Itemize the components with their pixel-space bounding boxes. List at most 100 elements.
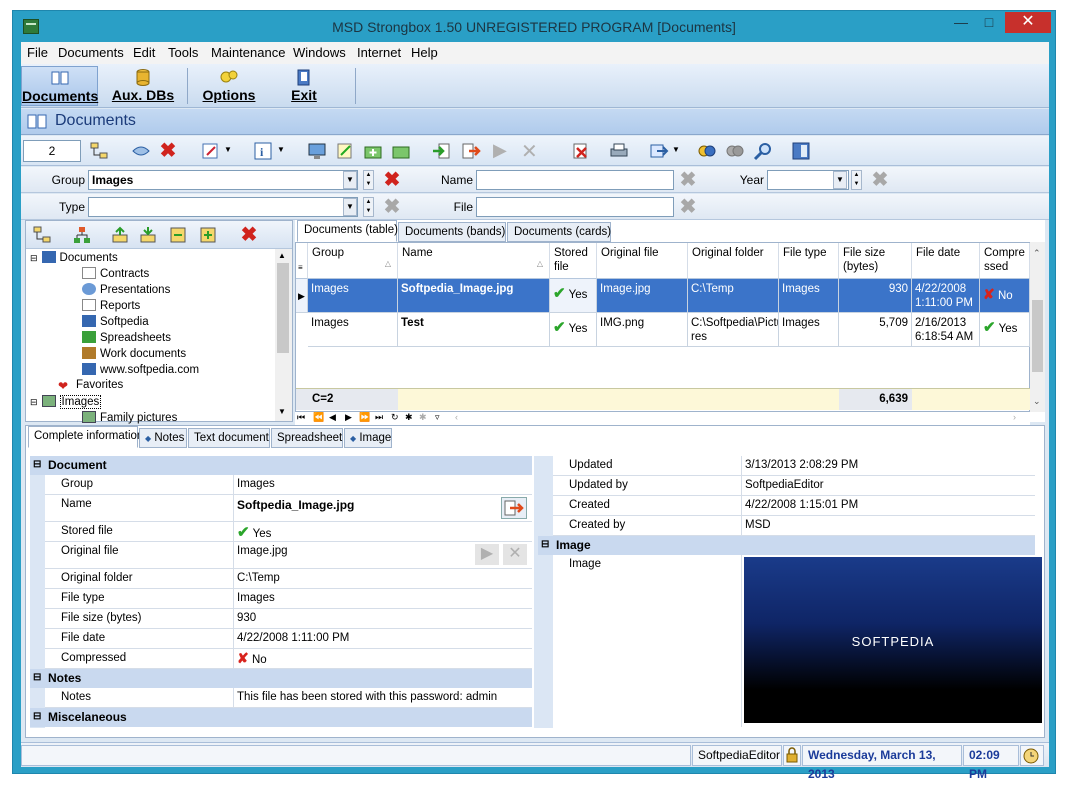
- tab-documents-bands[interactable]: Documents (bands): [398, 222, 506, 242]
- clear-name-icon[interactable]: ✖: [677, 169, 699, 191]
- cell-file-date[interactable]: 2/16/2013 6:18:54 AM: [912, 313, 980, 347]
- asterisk-icon[interactable]: ✱: [405, 412, 413, 423]
- category-document[interactable]: ⊟ Document: [30, 456, 532, 475]
- tree-scrollbar[interactable]: ▲ ▼: [275, 249, 292, 421]
- tree-item-presentations[interactable]: Presentations: [82, 283, 170, 299]
- chevron-down-icon[interactable]: ▼: [343, 198, 357, 216]
- delete-category-icon[interactable]: ✖: [238, 224, 260, 246]
- tab-notes[interactable]: ◆ Notes: [139, 428, 187, 448]
- cell-original-folder[interactable]: C:\Softpedia\Pictu res: [688, 313, 779, 347]
- scroll-down-icon[interactable]: ⌄: [1033, 396, 1041, 407]
- tree-item-favorites[interactable]: ❤ Favorites: [58, 379, 123, 395]
- menu-windows[interactable]: Windows: [293, 45, 346, 60]
- type-combo[interactable]: [88, 197, 358, 217]
- prev-record-icon[interactable]: ◀: [329, 412, 336, 423]
- prop-row-compressed[interactable]: Compressed ✘ No: [45, 649, 532, 669]
- cell-file-type[interactable]: Images: [779, 313, 839, 347]
- tree-item-contracts[interactable]: Contracts: [82, 267, 149, 283]
- filter-icon[interactable]: ▿: [435, 412, 440, 423]
- tab-spreadsheet[interactable]: Spreadsheet: [271, 428, 343, 448]
- chevron-down-icon[interactable]: ▼: [672, 145, 680, 154]
- send-icon[interactable]: [649, 141, 669, 161]
- tab-complete-information[interactable]: Complete information: [28, 426, 143, 448]
- col-header-original-folder[interactable]: Original folder: [688, 243, 779, 279]
- search-icon[interactable]: [753, 141, 773, 161]
- tab-documents-cards[interactable]: Documents (cards): [507, 222, 611, 242]
- cell-file-size[interactable]: 930: [839, 279, 912, 313]
- cell-file-size[interactable]: 5,709: [839, 313, 912, 347]
- category-notes[interactable]: ⊟ Notes: [30, 669, 532, 688]
- menu-maintenance[interactable]: Maintenance: [211, 45, 285, 60]
- scroll-left-icon[interactable]: ‹: [455, 412, 458, 422]
- prop-row-file-type[interactable]: File type Images: [45, 589, 532, 609]
- prop-row-created-by[interactable]: Created by MSD: [553, 516, 1035, 536]
- scroll-up-icon[interactable]: ▲: [278, 251, 286, 260]
- prop-row-original-folder[interactable]: Original folder C:\Temp: [45, 569, 532, 589]
- cell-group[interactable]: Images: [308, 313, 398, 347]
- edit-icon[interactable]: [201, 141, 221, 161]
- cancel-icon[interactable]: ✕: [503, 544, 527, 565]
- column-chooser-icon[interactable]: ≡: [296, 243, 308, 279]
- delete-file-icon[interactable]: [571, 141, 591, 161]
- prop-row-updated-by[interactable]: Updated by SoftpediaEditor: [553, 476, 1035, 496]
- close-panel-icon[interactable]: [791, 141, 811, 161]
- clear-year-icon[interactable]: ✖: [869, 169, 891, 191]
- tree-item-spreadsheets[interactable]: Spreadsheets: [82, 331, 171, 347]
- import-icon[interactable]: [431, 141, 451, 161]
- cell-name[interactable]: Softpedia_Image.jpg: [398, 279, 550, 313]
- prop-row-original-file[interactable]: Original file Image.jpg ▶ ✕: [45, 542, 532, 569]
- prop-row-file-date[interactable]: File date 4/22/2008 1:11:00 PM: [45, 629, 532, 649]
- col-header-name[interactable]: Name △: [398, 243, 550, 279]
- tree-item-work-documents[interactable]: Work documents: [82, 347, 186, 363]
- scroll-down-icon[interactable]: ▼: [278, 407, 286, 416]
- tree-item-softpedia[interactable]: Softpedia: [82, 315, 149, 331]
- export-file-icon[interactable]: [501, 497, 527, 519]
- folder-icon[interactable]: [391, 141, 411, 161]
- tree-toggle-icon[interactable]: [89, 141, 109, 161]
- cell-compressed[interactable]: ✔ Yes: [980, 313, 1030, 347]
- collapse-icon[interactable]: ⊟: [33, 669, 41, 687]
- link-icon[interactable]: [697, 141, 717, 161]
- cell-original-file[interactable]: IMG.png: [597, 313, 688, 347]
- close-button[interactable]: ✕: [1005, 12, 1051, 33]
- clear-type-icon[interactable]: ✖: [381, 196, 403, 218]
- add-folder-icon[interactable]: [363, 141, 383, 161]
- tab-image[interactable]: ◆ Image: [344, 428, 392, 448]
- prop-row-updated[interactable]: Updated 3/13/2013 2:08:29 PM: [553, 456, 1035, 476]
- grid-scrollbar[interactable]: ⌃ ⌄: [1030, 242, 1045, 412]
- group-combo[interactable]: Images: [88, 170, 358, 190]
- scroll-up-icon[interactable]: ⌃: [1033, 248, 1041, 259]
- aux-dbs-button[interactable]: Aux. DBs: [105, 66, 181, 106]
- chevron-down-icon[interactable]: ▼: [277, 145, 285, 154]
- cell-group[interactable]: Images: [308, 279, 398, 313]
- clock-icon[interactable]: [1020, 745, 1044, 766]
- clear-file-icon[interactable]: ✖: [677, 196, 699, 218]
- prop-row-image[interactable]: Image SOFTPEDIA: [553, 555, 1042, 727]
- tab-text-document[interactable]: Text document: [188, 428, 270, 448]
- clear-group-icon[interactable]: ✖: [381, 169, 403, 191]
- category-miscelaneous[interactable]: ⊟ Miscelaneous: [30, 708, 532, 727]
- export-icon[interactable]: [461, 141, 481, 161]
- file-field[interactable]: [476, 197, 674, 217]
- prop-row-created[interactable]: Created 4/22/2008 1:15:01 PM: [553, 496, 1035, 516]
- view-icon[interactable]: [131, 141, 151, 161]
- tree-item-documents[interactable]: ⊟ Documents: [30, 251, 118, 267]
- first-record-icon[interactable]: ⏮: [297, 412, 305, 423]
- lock-icon[interactable]: [783, 745, 801, 766]
- menu-file[interactable]: File: [27, 45, 48, 60]
- unlink-icon[interactable]: [725, 141, 745, 161]
- move-up-icon[interactable]: [110, 225, 130, 245]
- expand-icon[interactable]: [168, 225, 188, 245]
- type-spinner[interactable]: ▲ ▼: [363, 197, 374, 217]
- delete-icon[interactable]: ✖: [157, 140, 179, 162]
- chevron-down-icon[interactable]: ▼: [343, 171, 357, 189]
- next-page-icon[interactable]: ⏩: [359, 412, 370, 423]
- cell-original-folder[interactable]: C:\Temp: [688, 279, 779, 313]
- monitor-icon[interactable]: [307, 141, 327, 161]
- tree-icon[interactable]: [32, 225, 52, 245]
- cell-original-file[interactable]: Image.jpg: [597, 279, 688, 313]
- col-header-file-type[interactable]: File type: [779, 243, 839, 279]
- col-header-compressed[interactable]: Compre ssed: [980, 243, 1030, 279]
- prop-row-name[interactable]: Name Softpedia_Image.jpg: [45, 495, 532, 522]
- play-icon[interactable]: ▶: [493, 140, 507, 161]
